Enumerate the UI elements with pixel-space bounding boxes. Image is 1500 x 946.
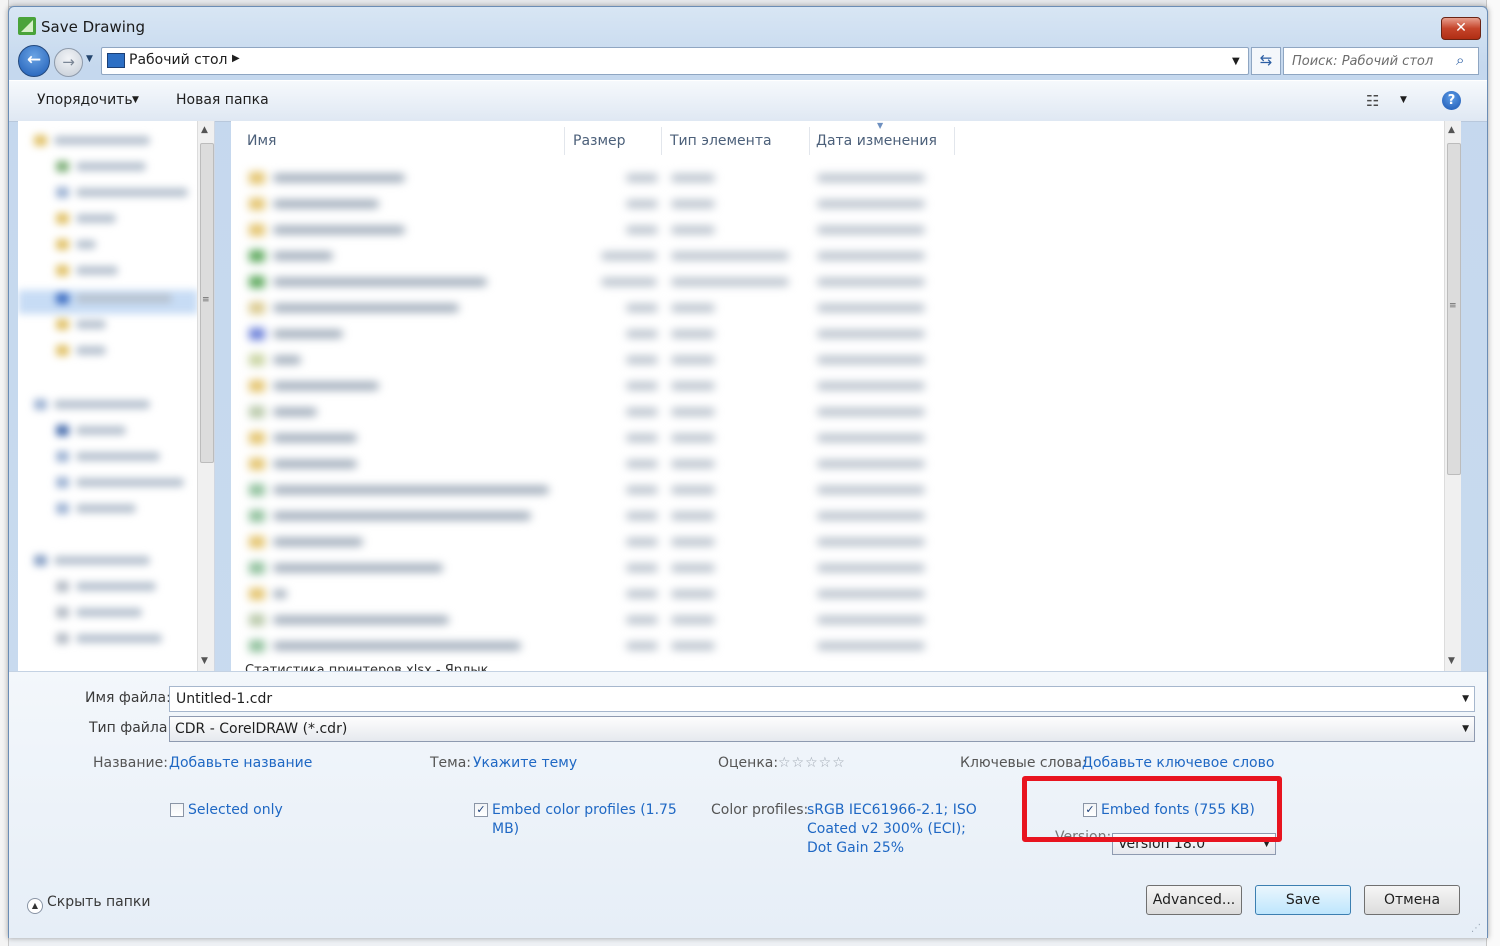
embed-color-profiles-checkbox[interactable]: ✓ xyxy=(474,803,488,817)
navigation-row: ← → ▼ Рабочий стол ▶ ▼ ⇆ ⌕ xyxy=(9,43,1487,77)
column-header-date[interactable]: Дата изменения xyxy=(816,133,937,149)
advanced-button[interactable]: Advanced... xyxy=(1146,885,1242,915)
search-input[interactable] xyxy=(1284,48,1454,74)
embed-fonts-highlight-annotation xyxy=(1022,776,1282,842)
column-header-type[interactable]: Тип элемента xyxy=(670,133,772,149)
filetype-value: CDR - CorelDRAW (*.cdr) xyxy=(175,721,348,737)
column-header-name[interactable]: Имя xyxy=(247,133,276,149)
title-link[interactable]: Добавьте название xyxy=(169,755,312,771)
keywords-label: Ключевые слова: xyxy=(960,755,1087,771)
scroll-up-icon[interactable]: ▲ xyxy=(1448,125,1455,135)
navigation-tree-blurred xyxy=(18,121,198,671)
change-view-icon[interactable]: ☷ xyxy=(1366,92,1379,110)
scroll-up-icon[interactable]: ▲ xyxy=(201,125,208,135)
navigation-pane[interactable]: ▲ ≡ ▼ xyxy=(18,121,215,671)
rating-stars[interactable]: ☆☆☆☆☆ xyxy=(778,755,846,771)
color-profiles-label: Color profiles: xyxy=(711,802,809,818)
selected-only-checkbox[interactable] xyxy=(170,803,184,817)
rating-label: Оценка: xyxy=(718,755,779,771)
embed-color-profiles-label-cont[interactable]: MB) xyxy=(492,821,519,837)
address-dropdown-icon[interactable]: ▼ xyxy=(1232,56,1240,67)
chevron-down-icon[interactable]: ▼ xyxy=(1462,694,1469,704)
scroll-grip-icon: ≡ xyxy=(1449,301,1457,311)
filetype-label: Тип файла: xyxy=(89,720,173,736)
sort-indicator-icon: ▼ xyxy=(877,121,884,130)
scroll-down-icon[interactable]: ▼ xyxy=(1448,656,1455,666)
filename-input[interactable] xyxy=(170,687,1474,711)
color-profiles-value-line1[interactable]: sRGB IEC61966-2.1; ISO xyxy=(807,802,977,818)
title-label: Название: xyxy=(93,755,168,771)
save-button[interactable]: Save xyxy=(1255,885,1351,915)
hide-folders-toggle[interactable]: Скрыть папки xyxy=(47,894,150,910)
forward-button[interactable]: → xyxy=(54,48,83,77)
column-header-size[interactable]: Размер xyxy=(573,133,626,149)
filename-field[interactable]: ▼ xyxy=(169,686,1475,712)
cancel-button[interactable]: Отмена xyxy=(1364,885,1460,915)
command-toolbar: Упорядочить ▼ Новая папка ☷ ▼ ? xyxy=(9,80,1487,122)
organize-menu[interactable]: Упорядочить xyxy=(37,92,133,108)
coreldraw-app-icon xyxy=(18,17,36,35)
chevron-down-icon[interactable]: ▼ xyxy=(132,95,139,105)
selected-only-label[interactable]: Selected only xyxy=(188,802,283,818)
help-icon[interactable]: ? xyxy=(1442,91,1461,110)
color-profiles-value-line2[interactable]: Coated v2 300% (ECI); xyxy=(807,821,966,837)
file-list-scrollbar[interactable]: ▲ ≡ ▼ xyxy=(1444,121,1461,671)
address-crumb[interactable]: Рабочий стол xyxy=(129,52,228,68)
background-app-right xyxy=(1486,0,1500,946)
close-button[interactable]: ✕ xyxy=(1441,17,1481,40)
partial-file-row[interactable]: Статистика принтеров.xlsx - Ярлык xyxy=(245,663,488,671)
scroll-grip-icon: ≡ xyxy=(202,295,210,305)
filename-label: Имя файла: xyxy=(85,690,171,706)
view-options-dropdown-icon[interactable]: ▼ xyxy=(1400,95,1407,105)
refresh-button[interactable]: ⇆ xyxy=(1251,47,1281,75)
subject-label: Тема: xyxy=(430,755,472,771)
desktop-folder-icon xyxy=(107,53,125,68)
search-box[interactable]: ⌕ xyxy=(1283,47,1479,75)
collapse-up-icon[interactable]: ▲ xyxy=(27,898,43,914)
new-folder-button[interactable]: Новая папка xyxy=(176,92,269,108)
back-button[interactable]: ← xyxy=(18,45,50,77)
address-bar[interactable]: Рабочий стол ▶ ▼ xyxy=(101,47,1249,75)
file-list-pane[interactable]: ▼ Имя Размер Тип элемента Дата изменения xyxy=(231,121,1461,671)
navigation-scrollbar[interactable]: ▲ ≡ ▼ xyxy=(197,121,214,671)
embed-color-profiles-label[interactable]: Embed color profiles (1.75 xyxy=(492,802,677,818)
filetype-select[interactable]: CDR - CorelDRAW (*.cdr) ▼ xyxy=(169,716,1475,742)
window-title: Save Drawing xyxy=(41,18,145,36)
chevron-down-icon[interactable]: ▼ xyxy=(1462,724,1469,734)
file-rows-blurred xyxy=(231,165,991,671)
search-icon[interactable]: ⌕ xyxy=(1456,51,1464,69)
recent-pages-dropdown-icon[interactable]: ▼ xyxy=(86,54,93,64)
subject-link[interactable]: Укажите тему xyxy=(473,755,577,771)
breadcrumb-arrow-icon[interactable]: ▶ xyxy=(232,53,240,64)
color-profiles-value-line3[interactable]: Dot Gain 25% xyxy=(807,840,904,856)
scroll-down-icon[interactable]: ▼ xyxy=(201,656,208,666)
keywords-link[interactable]: Добавьте ключевое слово xyxy=(1082,755,1274,771)
resize-grip-icon[interactable]: ⋰ xyxy=(1471,923,1481,934)
title-bar: Save Drawing ✕ xyxy=(9,7,1487,40)
